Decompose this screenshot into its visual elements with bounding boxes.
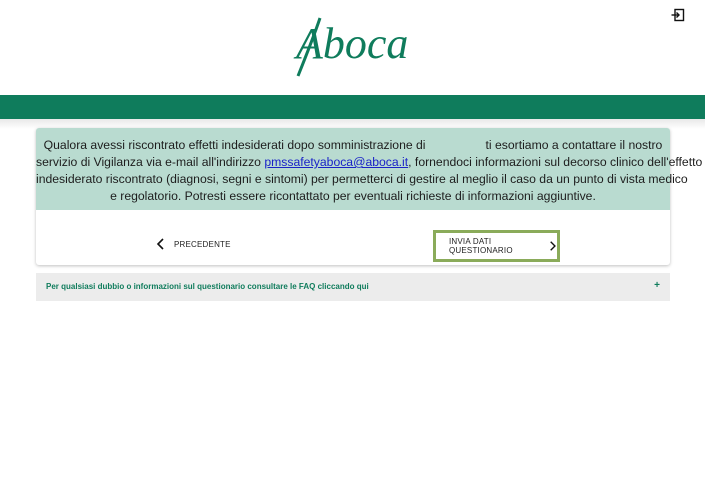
- expand-plus-icon[interactable]: +: [654, 280, 660, 291]
- notice-line-4: e regolatorio. Potresti essere ricontatt…: [110, 189, 596, 203]
- submit-label: INVIA DATI QUESTIONARIO: [449, 237, 513, 255]
- previous-label: PRECEDENTE: [174, 239, 231, 249]
- header: Aboca: [0, 0, 705, 95]
- chevron-right-icon: [550, 241, 557, 251]
- email-link[interactable]: pmssafetyaboca@aboca.it: [264, 155, 408, 169]
- notice-line-3: indesiderato riscontrato (diagnosi, segn…: [36, 172, 688, 186]
- chevron-left-icon: [156, 238, 164, 250]
- aboca-logo[interactable]: Aboca: [293, 12, 416, 80]
- faq-accordion[interactable]: Per qualsiasi dubbio o informazioni sul …: [36, 273, 670, 301]
- vigilance-notice: Qualora avessi riscontrato effetti indes…: [36, 128, 703, 210]
- questionnaire-card: Qualora avessi riscontrato effetti indes…: [36, 128, 703, 265]
- brand-bar: [0, 95, 705, 119]
- faq-text: Per qualsiasi dubbio o informazioni sul …: [46, 282, 369, 291]
- submit-questionnaire-button[interactable]: INVIA DATI QUESTIONARIO: [433, 230, 560, 262]
- logout-icon[interactable]: [671, 8, 685, 22]
- notice-line-2: servizio di Vigilanza via e-mail all'ind…: [36, 155, 703, 169]
- notice-line-1: Qualora avessi riscontrato effetti indes…: [43, 138, 663, 152]
- previous-button[interactable]: PRECEDENTE: [156, 234, 231, 254]
